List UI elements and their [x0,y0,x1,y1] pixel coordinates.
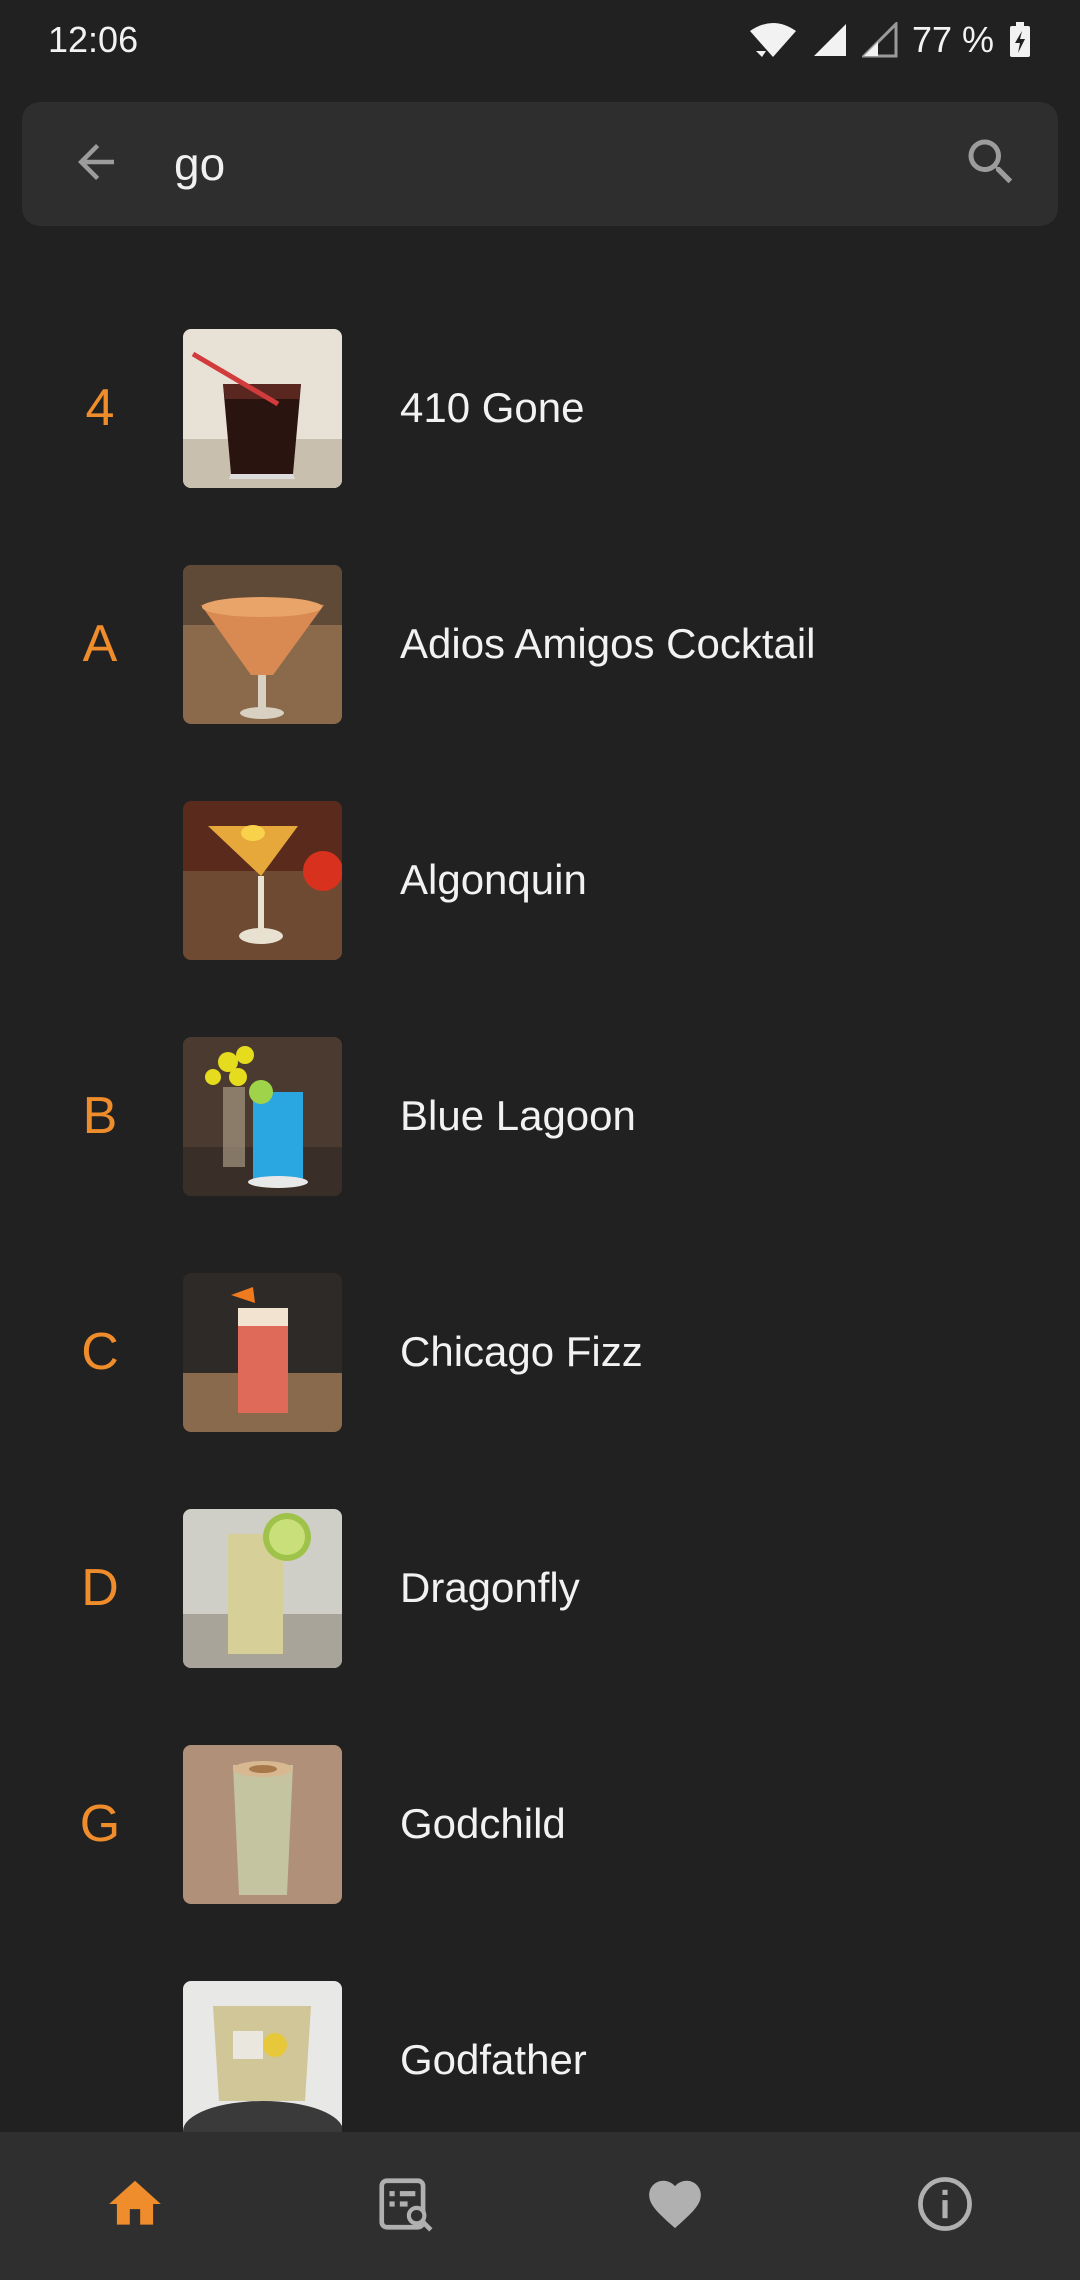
search-button[interactable] [936,102,1046,226]
cocktail-name: Godchild [400,1800,566,1847]
arrow-left-icon [69,135,123,194]
wifi-icon [748,21,798,59]
cocktail-name: Adios Amigos Cocktail [400,620,816,667]
cocktail-thumbnail [183,800,342,960]
signal-weak-icon [861,22,898,58]
cocktail-thumbnail [183,1036,342,1196]
section-letter: 4 [85,379,115,437]
cocktail-name: 410 Gone [400,384,585,431]
cocktail-thumbnail [183,1508,342,1668]
section-letter: G [79,1795,121,1853]
cocktail-name: Dragonfly [400,1564,580,1611]
cocktail-thumbnail [183,1980,342,2140]
cocktail-name: Blue Lagoon [400,1092,636,1139]
cocktail-thumbnail [183,1272,342,1432]
cocktail-list: 4 410 Gone A Adios Amigos Cocktail Algon… [0,290,1080,2178]
list-item[interactable]: C Chicago Fizz [0,1234,1080,1470]
cocktail-name: Algonquin [400,856,587,903]
nav-info[interactable] [885,2146,1005,2266]
list-item[interactable]: D Dragonfly [0,1470,1080,1706]
section-letter: D [81,1559,119,1617]
cocktail-thumbnail [183,328,342,488]
signal-icon [812,22,848,58]
info-icon [914,2173,976,2240]
list-item[interactable]: 4 410 Gone [0,290,1080,526]
battery-charging-icon [1008,21,1032,59]
list-item[interactable]: Algonquin [0,762,1080,998]
section-letter: A [82,615,118,673]
nav-search-list[interactable] [345,2146,465,2266]
search-icon [961,132,1021,197]
battery-text: 77 % [911,19,994,60]
section-letter: C [81,1323,119,1381]
back-button[interactable] [46,102,146,226]
home-icon [104,2173,166,2240]
heart-icon [644,2173,706,2240]
cocktail-name: Godfather [400,2036,587,2083]
cocktail-thumbnail [183,1744,342,1904]
list-item[interactable]: A Adios Amigos Cocktail [0,526,1080,762]
status-time: 12:06 [48,19,139,60]
cocktail-name: Chicago Fizz [400,1328,643,1375]
search-input[interactable] [146,101,936,227]
list-item[interactable]: G Godchild [0,1706,1080,1942]
status-bar: 12:06 77 % [0,0,1080,80]
app-screen: 12:06 77 % go 4 410 Gone A Adios Amigos … [0,0,1080,2280]
section-letter: B [82,1087,118,1145]
nav-favorites[interactable] [615,2146,735,2266]
list-item[interactable]: B Blue Lagoon [0,998,1080,1234]
status-icons: 77 % [748,19,1032,61]
search-bar [22,101,1058,227]
nav-home[interactable] [75,2146,195,2266]
cocktail-thumbnail [183,564,342,724]
bottom-navigation [0,2132,1080,2280]
list-search-icon [374,2173,436,2240]
